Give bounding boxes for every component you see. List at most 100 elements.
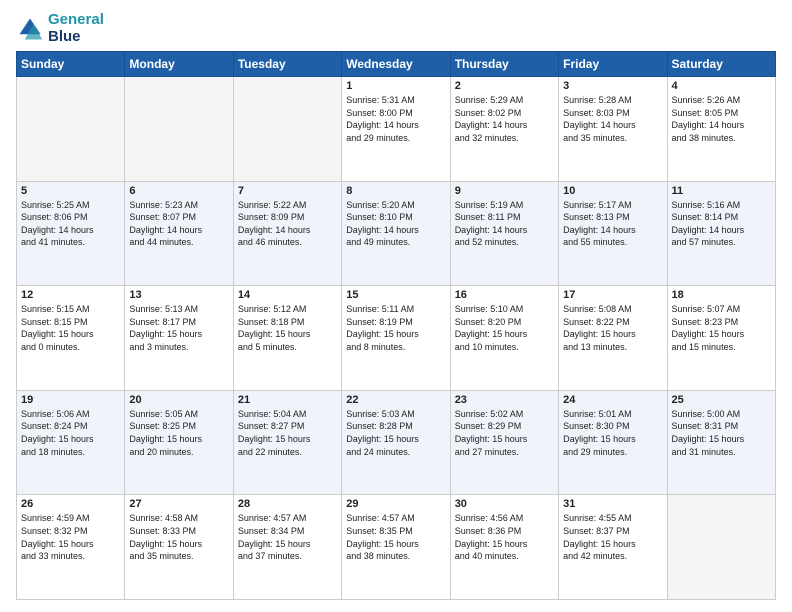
day-info: Sunrise: 5:05 AM Sunset: 8:25 PM Dayligh… [129,408,228,458]
calendar-cell: 27Sunrise: 4:58 AM Sunset: 8:33 PM Dayli… [125,495,233,600]
day-number: 19 [21,394,120,406]
week-row-5: 26 Sunrise: 4:59 AM Sunset: 8:32 PM Dayli… [17,495,776,600]
day-number: 28 [238,498,337,510]
day-number: 31 [563,498,662,510]
day-number: 9 [455,185,554,197]
calendar-cell: 29Sunrise: 4:57 AM Sunset: 8:35 PM Dayli… [342,495,450,600]
calendar-cell: 19 Sunrise: 5:06 AM Sunset: 8:24 PM Dayli… [17,390,125,495]
logo: General Blue [16,12,104,45]
day-header-sunday: Sunday [17,52,125,77]
page: General Blue SundayMondayTuesdayWednesda… [0,0,792,612]
calendar-cell: 31 Sunrise: 4:55 AM Sunset: 8:37 PM Dayli… [559,495,667,600]
calendar-cell [667,495,775,600]
calendar-cell: 17Sunrise: 5:08 AM Sunset: 8:22 PM Dayli… [559,286,667,391]
calendar-cell: 13 Sunrise: 5:13 AM Sunset: 8:17 PM Dayli… [125,286,233,391]
day-header-thursday: Thursday [450,52,558,77]
calendar-cell: 14Sunrise: 5:12 AM Sunset: 8:18 PM Dayli… [233,286,341,391]
calendar-header-row: SundayMondayTuesdayWednesdayThursdayFrid… [17,52,776,77]
day-number: 7 [238,185,337,197]
calendar-cell: 5 Sunrise: 5:25 AM Sunset: 8:06 PM Daylig… [17,181,125,286]
calendar-cell: 18 Sunrise: 5:07 AM Sunset: 8:23 PM Dayli… [667,286,775,391]
day-number: 14 [238,289,337,301]
day-info: Sunrise: 5:16 AM Sunset: 8:14 PM Dayligh… [672,199,771,249]
day-number: 6 [129,185,228,197]
day-info: Sunrise: 5:10 AM Sunset: 8:20 PM Dayligh… [455,303,554,353]
day-info: Sunrise: 5:08 AM Sunset: 8:22 PM Dayligh… [563,303,662,353]
calendar-cell: 26 Sunrise: 4:59 AM Sunset: 8:32 PM Dayli… [17,495,125,600]
calendar-body: 1 Sunrise: 5:31 AM Sunset: 8:00 PM Daylig… [17,77,776,600]
calendar-cell: 6 Sunrise: 5:23 AM Sunset: 8:07 PM Daylig… [125,181,233,286]
calendar-cell: 15 Sunrise: 5:11 AM Sunset: 8:19 PM Dayli… [342,286,450,391]
day-number: 10 [563,185,662,197]
day-number: 13 [129,289,228,301]
calendar: SundayMondayTuesdayWednesdayThursdayFrid… [16,51,776,600]
calendar-cell: 11Sunrise: 5:16 AM Sunset: 8:14 PM Dayli… [667,181,775,286]
day-info: Sunrise: 5:11 AM Sunset: 8:19 PM Dayligh… [346,303,445,353]
calendar-cell [17,77,125,182]
calendar-cell: 25 Sunrise: 5:00 AM Sunset: 8:31 PM Dayli… [667,390,775,495]
calendar-cell: 16 Sunrise: 5:10 AM Sunset: 8:20 PM Dayli… [450,286,558,391]
calendar-cell [125,77,233,182]
day-info: Sunrise: 5:28 AM Sunset: 8:03 PM Dayligh… [563,94,662,144]
day-info: Sunrise: 5:25 AM Sunset: 8:06 PM Dayligh… [21,199,120,249]
day-number: 26 [21,498,120,510]
day-info: Sunrise: 5:06 AM Sunset: 8:24 PM Dayligh… [21,408,120,458]
day-number: 20 [129,394,228,406]
week-row-2: 5 Sunrise: 5:25 AM Sunset: 8:06 PM Daylig… [17,181,776,286]
day-number: 1 [346,80,445,92]
day-info: Sunrise: 4:59 AM Sunset: 8:32 PM Dayligh… [21,512,120,562]
calendar-cell: 21 Sunrise: 5:04 AM Sunset: 8:27 PM Dayli… [233,390,341,495]
day-info: Sunrise: 5:04 AM Sunset: 8:27 PM Dayligh… [238,408,337,458]
day-info: Sunrise: 5:20 AM Sunset: 8:10 PM Dayligh… [346,199,445,249]
day-header-wednesday: Wednesday [342,52,450,77]
day-info: Sunrise: 5:31 AM Sunset: 8:00 PM Dayligh… [346,94,445,144]
day-info: Sunrise: 5:23 AM Sunset: 8:07 PM Dayligh… [129,199,228,249]
day-info: Sunrise: 5:03 AM Sunset: 8:28 PM Dayligh… [346,408,445,458]
day-number: 12 [21,289,120,301]
calendar-cell: 24 Sunrise: 5:01 AM Sunset: 8:30 PM Dayli… [559,390,667,495]
day-number: 24 [563,394,662,406]
day-info: Sunrise: 5:00 AM Sunset: 8:31 PM Dayligh… [672,408,771,458]
day-number: 15 [346,289,445,301]
day-info: Sunrise: 4:58 AM Sunset: 8:33 PM Dayligh… [129,512,228,562]
day-info: Sunrise: 5:07 AM Sunset: 8:23 PM Dayligh… [672,303,771,353]
day-number: 5 [21,185,120,197]
calendar-cell: 8Sunrise: 5:20 AM Sunset: 8:10 PM Daylig… [342,181,450,286]
calendar-cell: 20 Sunrise: 5:05 AM Sunset: 8:25 PM Dayli… [125,390,233,495]
week-row-3: 12 Sunrise: 5:15 AM Sunset: 8:15 PM Dayli… [17,286,776,391]
week-row-1: 1 Sunrise: 5:31 AM Sunset: 8:00 PM Daylig… [17,77,776,182]
day-header-monday: Monday [125,52,233,77]
day-number: 23 [455,394,554,406]
calendar-cell: 7 Sunrise: 5:22 AM Sunset: 8:09 PM Daylig… [233,181,341,286]
day-info: Sunrise: 5:02 AM Sunset: 8:29 PM Dayligh… [455,408,554,458]
day-number: 25 [672,394,771,406]
day-header-saturday: Saturday [667,52,775,77]
logo-icon [16,15,44,43]
day-info: Sunrise: 4:57 AM Sunset: 8:34 PM Dayligh… [238,512,337,562]
day-header-friday: Friday [559,52,667,77]
calendar-cell: 22 Sunrise: 5:03 AM Sunset: 8:28 PM Dayli… [342,390,450,495]
day-info: Sunrise: 5:15 AM Sunset: 8:15 PM Dayligh… [21,303,120,353]
day-info: Sunrise: 5:22 AM Sunset: 8:09 PM Dayligh… [238,199,337,249]
calendar-cell: 9 Sunrise: 5:19 AM Sunset: 8:11 PM Daylig… [450,181,558,286]
day-info: Sunrise: 5:17 AM Sunset: 8:13 PM Dayligh… [563,199,662,249]
day-info: Sunrise: 5:29 AM Sunset: 8:02 PM Dayligh… [455,94,554,144]
day-info: Sunrise: 5:13 AM Sunset: 8:17 PM Dayligh… [129,303,228,353]
day-number: 21 [238,394,337,406]
day-info: Sunrise: 5:01 AM Sunset: 8:30 PM Dayligh… [563,408,662,458]
day-number: 16 [455,289,554,301]
calendar-cell: 2Sunrise: 5:29 AM Sunset: 8:02 PM Daylig… [450,77,558,182]
calendar-cell: 28 Sunrise: 4:57 AM Sunset: 8:34 PM Dayli… [233,495,341,600]
calendar-cell: 12 Sunrise: 5:15 AM Sunset: 8:15 PM Dayli… [17,286,125,391]
calendar-cell [233,77,341,182]
day-number: 18 [672,289,771,301]
day-number: 29 [346,498,445,510]
day-number: 30 [455,498,554,510]
day-header-tuesday: Tuesday [233,52,341,77]
day-info: Sunrise: 4:55 AM Sunset: 8:37 PM Dayligh… [563,512,662,562]
day-info: Sunrise: 5:19 AM Sunset: 8:11 PM Dayligh… [455,199,554,249]
day-number: 22 [346,394,445,406]
week-row-4: 19 Sunrise: 5:06 AM Sunset: 8:24 PM Dayli… [17,390,776,495]
calendar-cell: 23 Sunrise: 5:02 AM Sunset: 8:29 PM Dayli… [450,390,558,495]
day-number: 4 [672,80,771,92]
